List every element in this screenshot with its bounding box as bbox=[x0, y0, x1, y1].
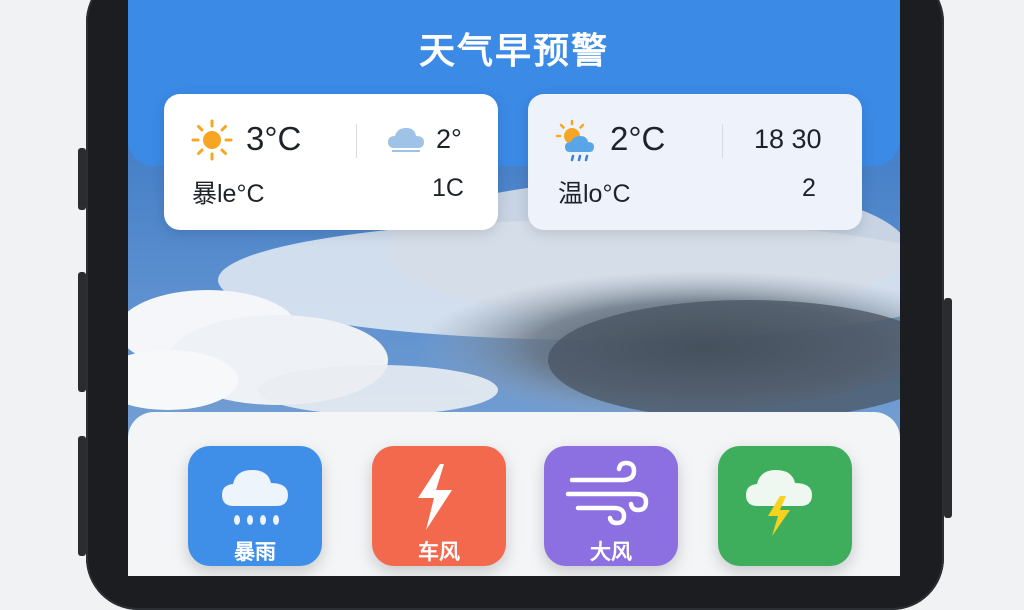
volume-up-button bbox=[78, 148, 86, 210]
wind-icon bbox=[565, 460, 649, 526]
alert-tile-thunderstorm[interactable] bbox=[718, 446, 852, 566]
card-1-main-temp: 3°C bbox=[246, 120, 302, 157]
lightning-icon bbox=[418, 464, 452, 530]
alert-label-rainstorm: 暴雨 bbox=[234, 540, 276, 564]
card-2-main-temp: 2°C bbox=[610, 120, 666, 157]
card-1-divider bbox=[356, 124, 357, 158]
card-2-divider bbox=[722, 124, 723, 158]
card-1-secondary-temp: 2° bbox=[436, 124, 462, 154]
volume-down-button bbox=[78, 272, 86, 392]
card-1-sub-left: 暴le°C bbox=[192, 180, 265, 208]
alert-label-typhoon: 车风 bbox=[418, 540, 460, 564]
weather-card-1[interactable]: 3°C 2° 暴le°C 1C bbox=[164, 94, 498, 230]
app-screen: 天气早预警 3°C 2° 暴le°C 1C 2°C 18 30 温lo°C 2 … bbox=[128, 0, 900, 576]
weather-card-2[interactable]: 2°C 18 30 温lo°C 2 bbox=[528, 94, 862, 230]
cloud-icon bbox=[388, 128, 424, 152]
sun-icon bbox=[191, 119, 233, 161]
card-1-sub-right: 1C bbox=[432, 174, 464, 202]
alert-tile-gale[interactable]: 大风 bbox=[544, 446, 678, 566]
mute-switch bbox=[78, 436, 86, 556]
card-2-secondary-temp: 18 30 bbox=[754, 124, 822, 154]
thunderstorm-icon bbox=[746, 470, 812, 536]
alert-label-gale: 大风 bbox=[590, 540, 632, 564]
alert-tile-rainstorm[interactable]: 暴雨 bbox=[188, 446, 322, 566]
card-2-sub-right: 2 bbox=[802, 174, 816, 202]
alert-tile-typhoon[interactable]: 车风 bbox=[372, 446, 506, 566]
partly-cloudy-rain-icon bbox=[555, 119, 594, 162]
card-2-sub-left: 温lo°C bbox=[558, 180, 631, 208]
app-title: 天气早预警 bbox=[418, 31, 609, 72]
power-button bbox=[944, 298, 952, 518]
rain-cloud-icon bbox=[222, 470, 288, 525]
